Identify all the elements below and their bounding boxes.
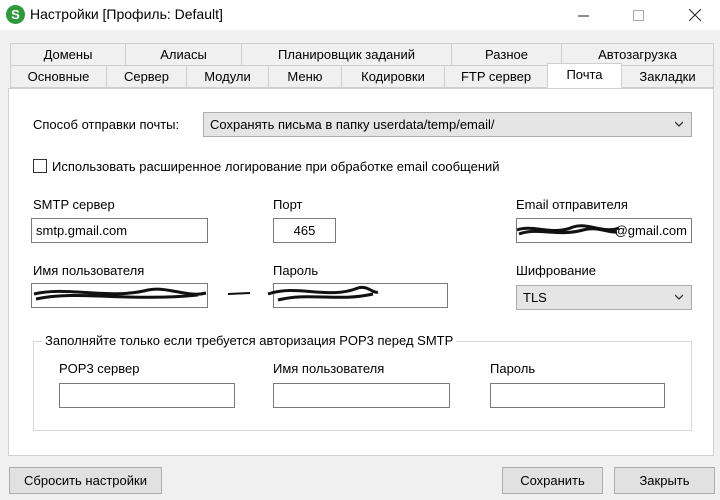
encryption-label: Шифрование [516, 263, 596, 278]
tab-scheduler[interactable]: Планировщик заданий [241, 43, 452, 66]
pop3-password-label: Пароль [490, 361, 536, 376]
tab-domains[interactable]: Домены [10, 43, 126, 66]
ext-logging-checkbox[interactable] [33, 159, 47, 173]
save-button[interactable]: Сохранить [502, 467, 603, 494]
username-label: Имя пользователя [33, 263, 145, 278]
maximize-button[interactable] [615, 0, 661, 30]
send-method-select[interactable]: Сохранять письма в папку userdata/temp/e… [203, 112, 692, 137]
tab-misc[interactable]: Разное [451, 43, 562, 66]
smtp-server-input[interactable]: smtp.gmail.com [31, 218, 208, 243]
tab-server[interactable]: Сервер [106, 65, 187, 88]
tab-mail[interactable]: Почта [547, 63, 622, 88]
tab-ftp-server[interactable]: FTP сервер [444, 65, 548, 88]
close-window-button[interactable] [672, 0, 718, 30]
pop3-server-label: POP3 сервер [59, 361, 140, 376]
tab-aliases[interactable]: Алиасы [125, 43, 242, 66]
close-button[interactable]: Закрыть [614, 467, 715, 494]
tab-modules[interactable]: Модули [186, 65, 269, 88]
pop3-group-title: Заполняйте только если требуется авториз… [42, 333, 457, 348]
tab-encodings[interactable]: Кодировки [341, 65, 445, 88]
tab-menu[interactable]: Меню [268, 65, 342, 88]
maximize-icon [632, 9, 644, 21]
pop3-password-input[interactable] [490, 383, 665, 408]
app-logo-icon: S [6, 5, 25, 24]
ext-logging-label: Использовать расширенное логирование при… [52, 159, 500, 174]
redaction-scribble [33, 285, 379, 302]
port-input[interactable]: 465 [273, 218, 336, 243]
port-label: Порт [273, 197, 303, 212]
password-label: Пароль [273, 263, 319, 278]
pop3-username-label: Имя пользователя [273, 361, 385, 376]
redaction-scribble [516, 224, 620, 236]
encryption-value: TLS [523, 290, 547, 305]
chevron-down-icon [675, 294, 683, 300]
tab-bookmarks[interactable]: Закладки [621, 65, 714, 88]
encryption-select[interactable]: TLS [516, 285, 692, 310]
send-method-value: Сохранять письма в папку userdata/temp/e… [210, 117, 495, 132]
minimize-icon [577, 15, 589, 16]
window-title: Настройки [Профиль: Default] [30, 6, 223, 22]
tab-general[interactable]: Основные [10, 65, 107, 88]
pop3-username-input[interactable] [273, 383, 450, 408]
smtp-server-label: SMTP сервер [33, 197, 115, 212]
minimize-button[interactable] [560, 0, 606, 30]
chevron-down-icon [675, 121, 683, 127]
reset-settings-button[interactable]: Сбросить настройки [9, 467, 162, 494]
send-method-label: Способ отправки почты: [33, 117, 180, 132]
pop3-server-input[interactable] [59, 383, 235, 408]
sender-email-label: Email отправителя [516, 197, 628, 212]
close-icon [689, 9, 701, 21]
